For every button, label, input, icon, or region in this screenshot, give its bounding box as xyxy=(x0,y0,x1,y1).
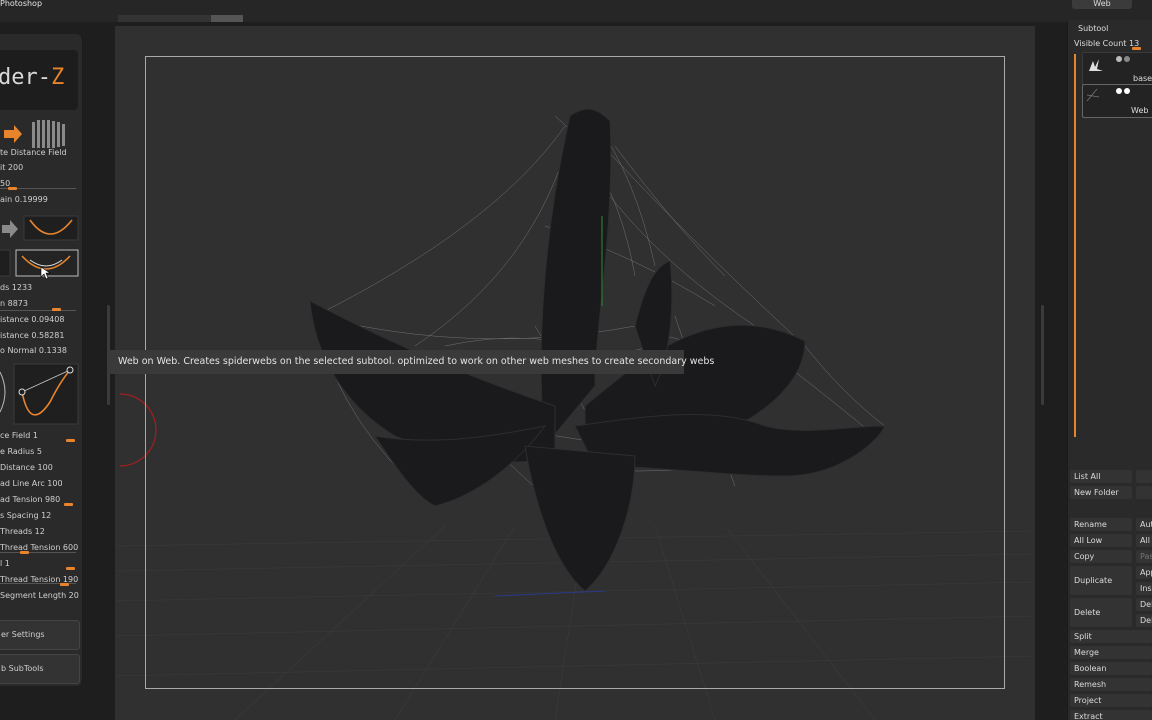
del-all-button[interactable]: Del xyxy=(1136,614,1152,627)
rename-button[interactable]: Rename xyxy=(1070,518,1132,531)
delete-button[interactable]: Delete xyxy=(1070,598,1132,627)
arrow-up-icon[interactable] xyxy=(1136,470,1152,483)
folder-icon[interactable] xyxy=(1136,486,1152,499)
project-button[interactable]: Project xyxy=(1070,694,1152,707)
catenary-icon[interactable] xyxy=(0,214,80,244)
settings-button-label: er Settings xyxy=(1,630,45,639)
parameter-row[interactable]: 50 xyxy=(0,179,10,188)
plugin-title-prefix: der- xyxy=(0,65,51,90)
distance-field-label: te Distance Field xyxy=(0,148,67,157)
parameter-row[interactable]: e Radius 5 xyxy=(0,447,42,456)
all-high-button[interactable]: All I xyxy=(1136,534,1152,547)
extract-button[interactable]: Extract xyxy=(1070,710,1152,720)
auto-button[interactable]: Aut xyxy=(1136,518,1152,531)
paste-button[interactable]: Pas xyxy=(1136,550,1152,563)
mouse-cursor-icon xyxy=(40,266,51,280)
remesh-button[interactable]: Remesh xyxy=(1070,678,1152,691)
visible-count-label: Visible Count 13 xyxy=(1074,39,1139,48)
subtool-item-web[interactable]: Web xyxy=(1082,84,1152,118)
slider-track-2[interactable] xyxy=(0,310,76,311)
subtool-header[interactable]: Subtool xyxy=(1078,24,1108,33)
new-folder-button[interactable]: New Folder xyxy=(1070,486,1132,499)
subtool-name-base: base xyxy=(1133,74,1152,83)
boolean-button[interactable]: Boolean xyxy=(1070,662,1152,675)
subtool-name-web: Web xyxy=(1131,106,1149,115)
copy-button[interactable]: Copy xyxy=(1070,550,1132,563)
parameter-row[interactable]: n 8873 xyxy=(0,299,28,308)
parameter-row[interactable]: Distance 100 xyxy=(0,463,53,472)
parameter-row[interactable]: istance 0.58281 xyxy=(0,331,64,340)
subtool-item-base[interactable]: base xyxy=(1082,52,1152,86)
plugin-title-box: der-Z xyxy=(0,50,78,110)
bezier-icon[interactable] xyxy=(0,362,80,428)
duplicate-button[interactable]: Duplicate xyxy=(1070,566,1132,595)
slider-knob-4[interactable] xyxy=(64,503,73,506)
web-top-button[interactable]: Web xyxy=(1072,0,1132,9)
subtools-button[interactable]: b SubTools xyxy=(0,654,80,684)
parameter-row[interactable]: s Spacing 12 xyxy=(0,511,51,520)
parameter-row[interactable]: Segment Length 20 xyxy=(0,591,79,600)
tooltip: Web on Web. Creates spiderwebs on the se… xyxy=(108,350,714,374)
parameter-row[interactable]: istance 0.09408 xyxy=(0,315,64,324)
slider-knob-3[interactable] xyxy=(66,439,75,442)
del-other-button[interactable]: Del xyxy=(1136,598,1152,611)
insert-button[interactable]: Inse xyxy=(1136,582,1152,595)
list-all-button[interactable]: List All xyxy=(1070,470,1132,483)
parameter-row[interactable]: Thread Tension 190 xyxy=(0,575,78,584)
arrow-icon[interactable] xyxy=(0,118,80,150)
split-button[interactable]: Split xyxy=(1070,630,1152,643)
slider-track-5[interactable] xyxy=(0,552,76,553)
parameter-row[interactable]: Thread Tension 600 xyxy=(0,543,78,552)
visible-count-slider[interactable] xyxy=(1132,47,1141,50)
settings-button[interactable]: er Settings xyxy=(0,620,80,650)
visible-count-text: Visible Count xyxy=(1074,39,1127,48)
parameter-row[interactable]: ain 0.19999 xyxy=(0,195,48,204)
merge-button[interactable]: Merge xyxy=(1070,646,1152,659)
append-button[interactable]: App xyxy=(1136,566,1152,579)
plugin-title-accent: Z xyxy=(50,65,65,90)
viewport-scroll-right[interactable] xyxy=(1041,305,1044,405)
parameter-row[interactable]: o Normal 0.1338 xyxy=(0,346,67,355)
left-plugin-panel: der-Z te Distance Field it 200 50 ain 0.… xyxy=(0,34,83,686)
parameter-row[interactable]: ce Field 1 xyxy=(0,431,38,440)
all-low-button[interactable]: All Low xyxy=(1070,534,1132,547)
plugin-title: der-Z xyxy=(0,65,64,90)
subtools-button-label: b SubTools xyxy=(1,664,44,673)
document-tab-active[interactable] xyxy=(211,15,243,22)
subtool-scrollbar[interactable] xyxy=(1074,54,1076,437)
parameter-row[interactable]: Threads 12 xyxy=(0,527,45,536)
slider-knob-2[interactable] xyxy=(52,308,61,311)
document-tabs-strip[interactable] xyxy=(118,15,243,22)
parameter-row[interactable]: it 200 xyxy=(0,163,23,172)
parameter-row[interactable]: ad Line Arc 100 xyxy=(0,479,63,488)
app-title: Photoshop xyxy=(0,0,43,8)
parameter-row[interactable]: ad Tension 980 xyxy=(0,495,60,504)
parameter-row[interactable]: ds 1233 xyxy=(0,283,32,292)
top-bar: Photoshop xyxy=(0,0,1152,22)
parameter-row[interactable]: l 1 xyxy=(0,559,10,568)
slider-knob-6[interactable] xyxy=(66,567,75,570)
